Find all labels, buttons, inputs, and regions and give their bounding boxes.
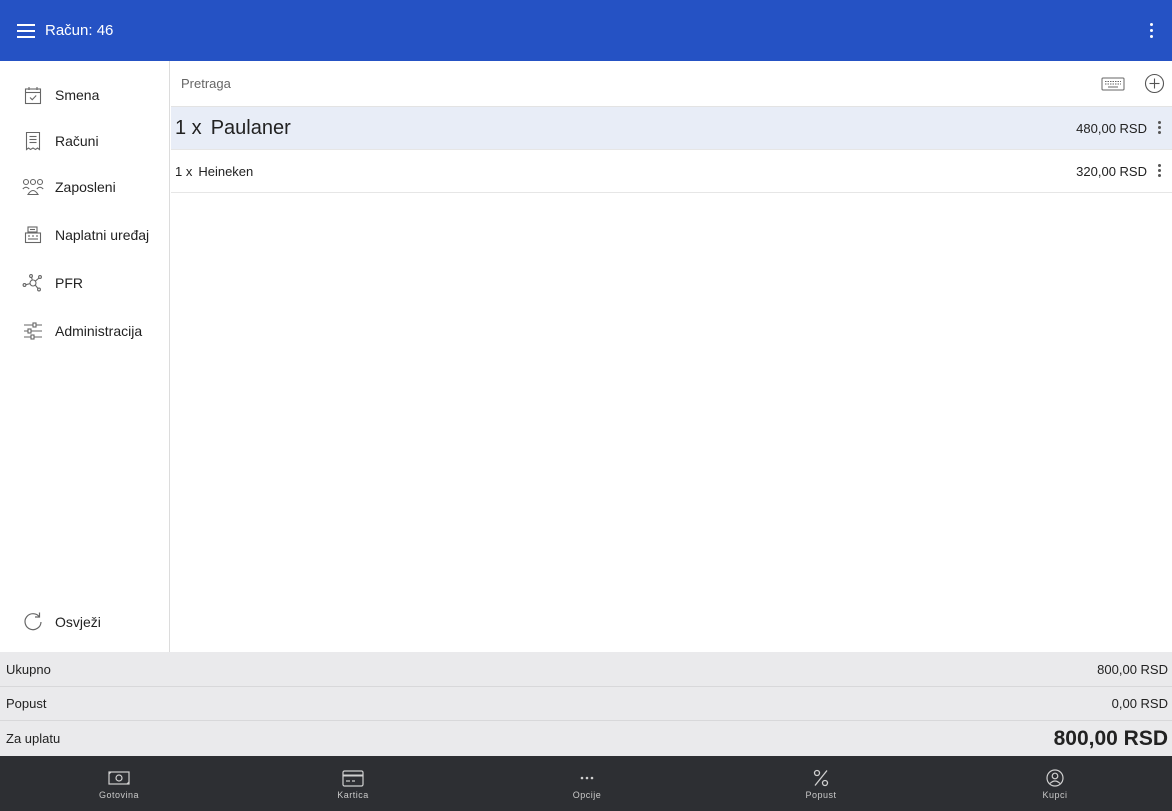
- subtotal-row: Ukupno 800,00 RSD: [0, 652, 1172, 687]
- more-vert-icon[interactable]: [1158, 121, 1162, 135]
- sidebar-item-zaposleni[interactable]: Zaposleni: [0, 164, 169, 210]
- sidebar-nav: Smena Računi Zaposleni Naplatni uređaj P…: [0, 61, 170, 652]
- search-input[interactable]: [171, 61, 1071, 106]
- discount-button[interactable]: Popust: [704, 756, 938, 811]
- cash-icon: [108, 767, 130, 789]
- sidebar-item-smena[interactable]: Smena: [0, 72, 169, 118]
- sidebar-item-label: Administracija: [55, 323, 143, 339]
- discount-row: Popust 0,00 RSD: [0, 687, 1172, 721]
- bottom-action-bar: Gotovina Kartica Opcije Popust Kupci: [0, 756, 1172, 811]
- sidebar-item-racuni[interactable]: Računi: [0, 118, 169, 164]
- search-bar: [171, 61, 1172, 107]
- sidebar-item-naplatni-uredjaj[interactable]: Naplatni uređaj: [0, 212, 169, 258]
- card-label: Kartica: [337, 790, 369, 800]
- sidebar-item-label: PFR: [55, 275, 83, 291]
- top-app-bar: Račun: 46: [0, 0, 1172, 61]
- people-icon: [22, 176, 44, 198]
- item-name: Heineken: [198, 163, 254, 179]
- add-circle-icon[interactable]: [1144, 73, 1165, 94]
- sidebar-item-label: Zaposleni: [55, 179, 116, 195]
- sidebar-item-label: Računi: [55, 133, 99, 149]
- card-button[interactable]: Kartica: [236, 756, 470, 811]
- refresh-icon: [22, 611, 44, 633]
- amount-due-row: Za uplatu 800,00 RSD: [0, 721, 1172, 756]
- discount-label: Popust: [6, 696, 47, 711]
- more-vert-icon[interactable]: [1150, 23, 1154, 39]
- cash-button[interactable]: Gotovina: [2, 756, 236, 811]
- options-label: Opcije: [572, 790, 602, 800]
- receipt-item-row[interactable]: 1 x Paulaner 480,00 RSD: [171, 107, 1172, 150]
- network-nodes-icon: [22, 272, 44, 294]
- subtotal-label: Ukupno: [6, 661, 51, 677]
- refresh-label: Osvježi: [55, 614, 101, 630]
- item-quantity: 1 x: [175, 163, 193, 179]
- amount-due-label: Za uplatu: [6, 731, 61, 746]
- account-circle-icon: [1046, 767, 1064, 789]
- discount-label: Popust: [805, 790, 837, 800]
- amount-due-value: 800,00 RSD: [1053, 726, 1168, 750]
- sliders-icon: [22, 320, 44, 342]
- sidebar-item-pfr[interactable]: PFR: [0, 260, 169, 306]
- calendar-check-icon: [22, 84, 44, 106]
- receipt-title: Račun: 46: [45, 22, 114, 39]
- item-quantity: 1 x: [175, 116, 202, 139]
- customers-label: Kupci: [1042, 790, 1068, 800]
- receipt-icon: [22, 130, 44, 152]
- receipt-item-row[interactable]: 1 x Heineken 320,00 RSD: [171, 150, 1172, 193]
- options-button[interactable]: Opcije: [470, 756, 704, 811]
- cash-register-icon: [22, 224, 44, 246]
- more-vert-icon[interactable]: [1158, 164, 1162, 178]
- item-price: 320,00 RSD: [1076, 163, 1147, 179]
- item-name: Paulaner: [210, 116, 291, 139]
- totals-panel: Ukupno 800,00 RSD Popust 0,00 RSD Za upl…: [0, 652, 1172, 756]
- credit-card-icon: [342, 767, 364, 789]
- subtotal-value: 800,00 RSD: [1097, 661, 1168, 677]
- sidebar-item-administracija[interactable]: Administracija: [0, 308, 169, 354]
- item-price: 480,00 RSD: [1076, 120, 1147, 136]
- cash-label: Gotovina: [98, 790, 140, 800]
- keyboard-icon[interactable]: [1101, 74, 1125, 94]
- sidebar-item-label: Smena: [55, 87, 100, 103]
- sidebar-item-label: Naplatni uređaj: [55, 227, 150, 243]
- refresh-button[interactable]: Osvježi: [0, 599, 169, 645]
- customers-button[interactable]: Kupci: [938, 756, 1172, 811]
- percent-icon: [813, 767, 829, 789]
- more-horiz-icon: [579, 767, 595, 789]
- discount-value: 0,00 RSD: [1111, 696, 1168, 711]
- hamburger-menu-icon[interactable]: [17, 24, 35, 38]
